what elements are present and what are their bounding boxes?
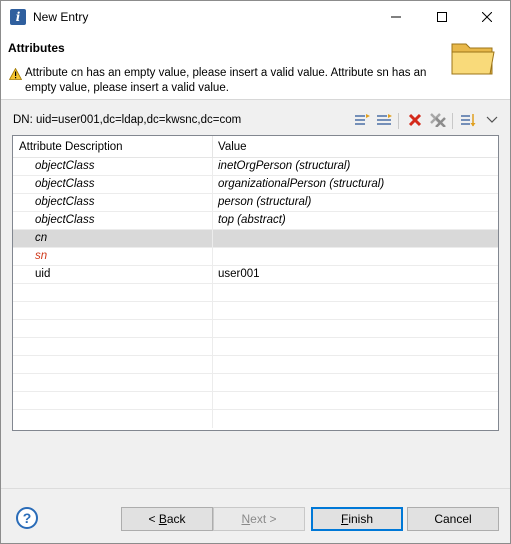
empty-row — [13, 284, 498, 302]
delete-all-button[interactable] — [429, 111, 447, 129]
cell-divider — [212, 302, 213, 320]
toolbar-separator — [452, 113, 453, 129]
help-button[interactable]: ? — [16, 507, 38, 529]
delete-all-icon — [430, 113, 446, 127]
minimize-button[interactable] — [373, 1, 419, 32]
wizard-header: Attributes Attribute cn has an empty val… — [1, 32, 510, 100]
table-row[interactable]: objectClass person (structural) — [13, 194, 498, 212]
view-menu-button[interactable] — [483, 111, 501, 129]
back-button[interactable]: < Back — [121, 507, 213, 531]
attribute-value: organizationalPerson (structural) — [218, 178, 385, 190]
cell-divider — [212, 338, 213, 356]
table-header: Attribute Description Value — [13, 136, 498, 158]
back-label-prefix: < — [148, 512, 159, 526]
column-divider[interactable] — [212, 136, 213, 158]
close-button[interactable] — [464, 1, 510, 32]
cancel-button[interactable]: Cancel — [407, 507, 499, 531]
column-header-description[interactable]: Attribute Description — [19, 141, 123, 153]
validation-message: Attribute cn has an empty value, please … — [25, 67, 427, 94]
finish-label-mnemonic: F — [340, 512, 349, 526]
attribute-description: cn — [35, 232, 48, 244]
cell-divider — [212, 194, 213, 212]
empty-row — [13, 338, 498, 356]
toolbar-separator — [398, 113, 399, 129]
cell-divider — [212, 266, 213, 284]
title-bar: i New Entry — [1, 1, 510, 32]
attributes-table: Attribute Description Value objectClass … — [12, 135, 499, 431]
folder-icon — [451, 43, 495, 75]
minimize-icon — [391, 16, 401, 17]
table-row[interactable]: objectClass top (abstract) — [13, 212, 498, 230]
delete-button[interactable] — [406, 111, 424, 129]
attribute-description: objectClass — [35, 160, 95, 172]
warning-icon — [9, 68, 22, 80]
attribute-value: top (abstract) — [218, 214, 286, 226]
finish-button[interactable]: Finish — [311, 507, 403, 531]
empty-row — [13, 410, 498, 428]
attribute-description: sn — [35, 250, 48, 262]
cell-divider — [212, 356, 213, 374]
attribute-description: objectClass — [35, 214, 95, 226]
back-label-mnemonic: B — [158, 512, 167, 526]
delete-icon — [408, 113, 422, 127]
table-row-error[interactable]: sn — [13, 248, 498, 266]
cell-divider — [212, 410, 213, 428]
next-label-mnemonic: N — [241, 512, 251, 526]
next-label-rest: ext > — [250, 512, 277, 526]
attribute-description: objectClass — [35, 196, 95, 208]
page-title: Attributes — [8, 41, 65, 55]
app-icon: i — [10, 9, 26, 25]
attribute-value: user001 — [218, 268, 260, 280]
attribute-value: person (structural) — [218, 196, 312, 208]
cell-divider — [212, 392, 213, 410]
empty-row — [13, 320, 498, 338]
cell-divider — [212, 230, 213, 248]
attribute-value: inetOrgPerson (structural) — [218, 160, 351, 172]
cell-divider — [212, 374, 213, 392]
empty-row — [13, 374, 498, 392]
sort-button[interactable] — [459, 111, 477, 129]
attribute-description: objectClass — [35, 178, 95, 190]
new-value-button[interactable] — [375, 111, 393, 129]
table-row[interactable]: uid user001 — [13, 266, 498, 284]
new-attribute-button[interactable] — [353, 111, 371, 129]
maximize-icon — [437, 11, 447, 22]
window-title: New Entry — [33, 10, 89, 24]
sort-icon — [461, 114, 476, 127]
new-value-icon — [377, 114, 392, 125]
cell-divider — [212, 158, 213, 176]
close-icon — [482, 11, 492, 22]
cell-divider — [212, 176, 213, 194]
finish-label-rest: inish — [348, 512, 374, 526]
empty-row — [13, 392, 498, 410]
dn-label: DN: uid=user001,dc=ldap,dc=kwsnc,dc=com — [13, 114, 242, 126]
table-row-selected[interactable]: cn — [13, 230, 498, 248]
view-menu-icon — [486, 116, 498, 123]
cell-divider — [212, 212, 213, 230]
table-row[interactable]: objectClass inetOrgPerson (structural) — [13, 158, 498, 176]
new-attribute-icon — [355, 114, 370, 125]
button-bar-divider — [1, 488, 510, 489]
cell-divider — [212, 284, 213, 302]
back-label-rest: ack — [166, 512, 186, 526]
empty-row — [13, 356, 498, 374]
column-header-value[interactable]: Value — [218, 141, 247, 153]
table-row[interactable]: objectClass organizationalPerson (struct… — [13, 176, 498, 194]
next-button[interactable]: Next > — [213, 507, 305, 531]
new-entry-dialog: i New Entry Attributes Attribute cn has … — [0, 0, 511, 544]
cell-divider — [212, 320, 213, 338]
attribute-description: uid — [35, 268, 51, 280]
cell-divider — [212, 248, 213, 266]
empty-row — [13, 302, 498, 320]
maximize-button[interactable] — [419, 1, 465, 32]
